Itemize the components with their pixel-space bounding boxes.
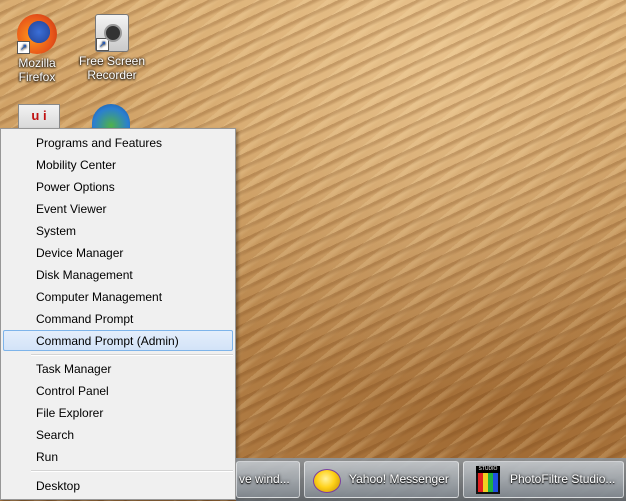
menu-item-mobility-center[interactable]: Mobility Center [3, 154, 233, 175]
desktop-icon-label: Firefox [18, 70, 56, 84]
desktop-icon-firefox[interactable]: ↗ Mozilla Firefox [2, 14, 72, 84]
desktop-icon-label: Mozilla [18, 56, 56, 70]
menu-item-programs-and-features[interactable]: Programs and Features [3, 132, 233, 153]
menu-item-command-prompt[interactable]: Command Prompt [3, 308, 233, 329]
menu-item-disk-management[interactable]: Disk Management [3, 264, 233, 285]
taskbar-button-label: PhotoFiltre Studio... [510, 472, 616, 486]
menu-item-task-manager[interactable]: Task Manager [3, 358, 233, 379]
menu-separator [31, 470, 233, 472]
shortcut-arrow-icon: ↗ [17, 41, 30, 54]
desktop-icon-label: Free Screen [78, 54, 146, 68]
taskbar-button-yahoo-messenger[interactable]: Yahoo! Messenger [304, 461, 459, 498]
taskbar-button-window[interactable]: ve wind... [236, 461, 300, 498]
desktop-icon-free-screen-recorder[interactable]: ↗ Free Screen Recorder [77, 14, 147, 82]
photofiltre-studio-icon [476, 466, 500, 494]
menu-item-system[interactable]: System [3, 220, 233, 241]
menu-item-event-viewer[interactable]: Event Viewer [3, 198, 233, 219]
desktop-icon-partial[interactable]: u i [18, 104, 60, 129]
menu-item-power-options[interactable]: Power Options [3, 176, 233, 197]
shortcut-arrow-icon: ↗ [96, 38, 109, 51]
screen-recorder-icon: ↗ [95, 14, 129, 52]
yahoo-messenger-icon [313, 469, 341, 493]
menu-item-desktop[interactable]: Desktop [3, 475, 233, 496]
desktop-icon-label: Recorder [87, 68, 137, 82]
firefox-icon: ↗ [17, 14, 57, 54]
menu-item-command-prompt-admin[interactable]: Command Prompt (Admin) [3, 330, 233, 351]
menu-item-run[interactable]: Run [3, 446, 233, 467]
menu-item-device-manager[interactable]: Device Manager [3, 242, 233, 263]
power-user-menu: Programs and Features Mobility Center Po… [0, 128, 236, 500]
taskbar-button-label: Yahoo! Messenger [349, 472, 449, 486]
taskbar-button-photofiltre-studio[interactable]: PhotoFiltre Studio... [463, 461, 624, 498]
taskbar: ve wind... Yahoo! Messenger PhotoFiltre … [236, 458, 626, 501]
taskbar-button-label: ve wind... [239, 472, 290, 486]
menu-item-computer-management[interactable]: Computer Management [3, 286, 233, 307]
menu-item-search[interactable]: Search [3, 424, 233, 445]
menu-item-control-panel[interactable]: Control Panel [3, 380, 233, 401]
menu-item-file-explorer[interactable]: File Explorer [3, 402, 233, 423]
menu-separator [31, 354, 233, 356]
